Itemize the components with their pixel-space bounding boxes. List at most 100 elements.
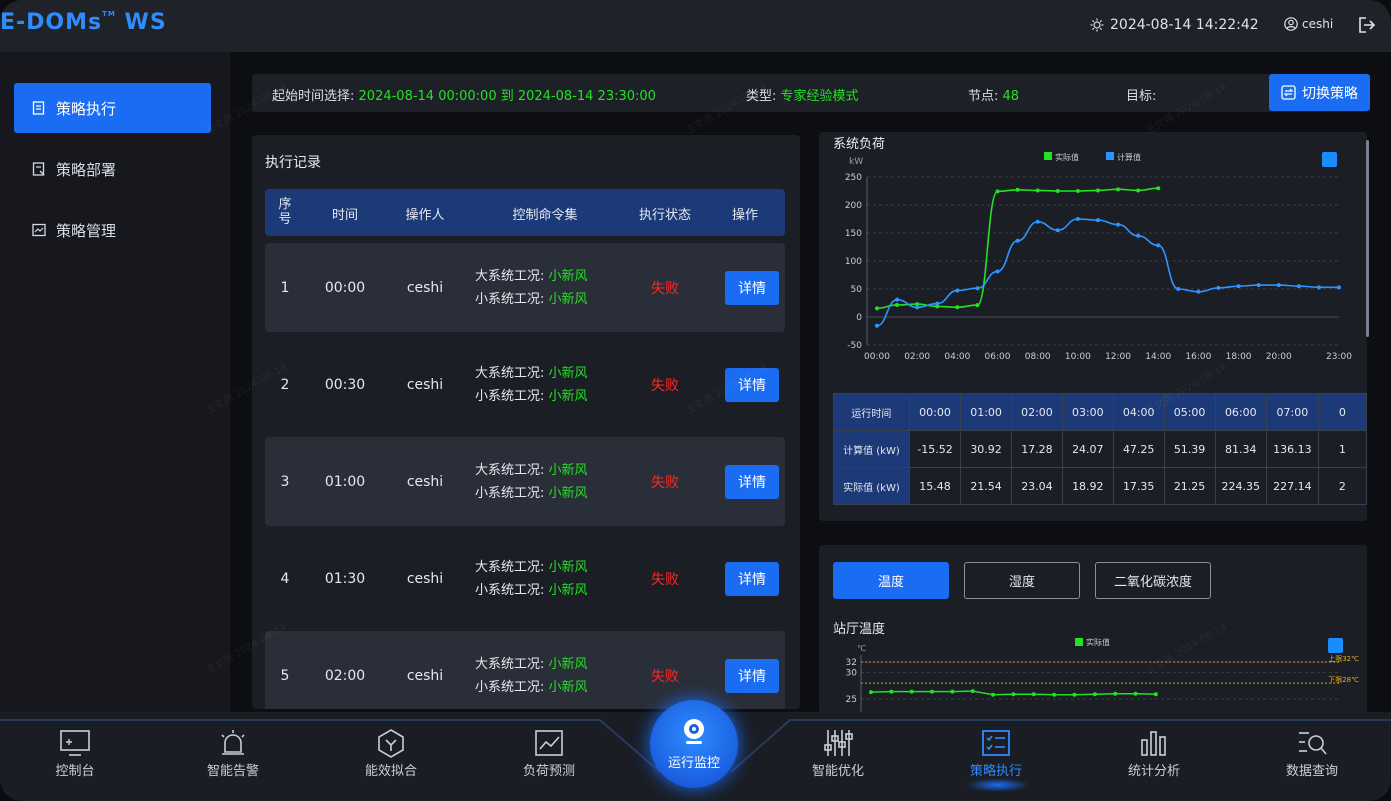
- sun-icon: [1090, 18, 1104, 32]
- target-label: 目标:: [1126, 89, 1157, 104]
- status-badge: 失败: [651, 280, 679, 297]
- x-tick-label: 10:00: [1065, 352, 1091, 362]
- data-point: [1055, 189, 1060, 193]
- row-seq: 4: [280, 570, 290, 587]
- data-point: [1116, 187, 1121, 192]
- data-point: [1035, 188, 1040, 193]
- sidebar-item-strategy-execute[interactable]: 策略执行: [14, 83, 211, 133]
- data-point: [1015, 187, 1020, 192]
- x-tick-label: 06:00: [985, 352, 1011, 362]
- runtime-table: 运行时间 00:00 01:00 02:00 03:00 04:00 05:00 06:00 0…: [833, 393, 1367, 505]
- data-point: [955, 288, 960, 293]
- data-point: [1276, 283, 1281, 288]
- data-point: [1153, 692, 1158, 697]
- switch-strategy-button[interactable]: 切换策略: [1269, 74, 1370, 111]
- y-tick-label: 25: [846, 695, 857, 705]
- records-table-header: 序号 时间 操作人 控制命令集 执行状态 操作: [265, 189, 785, 236]
- time-cell: 06:00: [1214, 393, 1268, 431]
- table-row: 1 00:00 ceshi 大系统工况: 小新风 小系统工况: 小新风 失败 详情: [265, 243, 785, 332]
- data-point: [1236, 284, 1241, 289]
- data-point: [1316, 285, 1321, 290]
- nav-load-forecast[interactable]: 负荷预测: [499, 728, 599, 779]
- data-point: [1092, 692, 1097, 697]
- actual-cell: 21.54: [960, 467, 1012, 505]
- calc-cell: 47.25: [1112, 430, 1165, 468]
- system-load-panel: 系统负荷 kW 250 200 150 100 50 0 -50 00:00 02:00 04:00…: [819, 132, 1367, 521]
- y-tick-label: 100: [845, 257, 862, 267]
- search-icon: [1299, 732, 1327, 755]
- sidebar: 策略执行 策略部署 策略管理: [0, 52, 230, 712]
- sidebar-item-strategy-deploy[interactable]: 策略部署: [14, 144, 211, 194]
- tab-temperature[interactable]: 温度: [833, 562, 949, 599]
- nav-data-query[interactable]: 数据查询: [1262, 728, 1362, 779]
- data-point: [875, 306, 879, 311]
- data-point: [1031, 692, 1036, 697]
- limit-label: 上限32℃: [1328, 654, 1359, 663]
- camera-icon: [684, 719, 704, 744]
- app-logo: E-DOMsTM WS: [0, 10, 167, 35]
- detail-button[interactable]: 详情: [725, 465, 779, 499]
- data-point: [1116, 222, 1121, 227]
- y-tick-label: -50: [847, 341, 862, 351]
- actual-cell: 2: [1317, 467, 1367, 505]
- col-status: 执行状态: [638, 208, 692, 223]
- series-line: [876, 187, 1159, 310]
- detail-button[interactable]: 详情: [725, 659, 779, 693]
- header-datetime: 2024-08-14 14:22:42: [1090, 17, 1259, 33]
- app-frame: E-DOMsTM WS 2024-08-14 14:22:42 ceshi 策略…: [0, 0, 1391, 801]
- col-operator: 操作人: [405, 208, 445, 223]
- bar-chart-icon: [1141, 731, 1166, 756]
- logout-icon[interactable]: [1358, 16, 1376, 34]
- data-point: [1216, 285, 1221, 290]
- panel-scrollbar[interactable]: [1366, 140, 1369, 337]
- sidebar-item-label: 策略执行: [56, 99, 117, 118]
- y-tick-label: 30: [846, 669, 858, 679]
- nav-alarm[interactable]: 智能告警: [183, 728, 283, 779]
- actual-cell: 17.35: [1112, 467, 1165, 505]
- checklist-icon: [982, 730, 1010, 756]
- sidebar-item-strategy-manage[interactable]: 策略管理: [14, 205, 211, 255]
- nav-optimize[interactable]: 智能优化: [788, 728, 888, 779]
- nav-efficiency[interactable]: 能效拟合: [341, 728, 441, 779]
- data-point: [991, 692, 996, 697]
- nav-console[interactable]: 控制台: [25, 728, 125, 779]
- nav-statistics[interactable]: 统计分析: [1104, 728, 1204, 779]
- data-point: [930, 689, 935, 694]
- time-range[interactable]: 起始时间选择: 2024-08-14 00:00:00 到 2024-08-14…: [272, 85, 656, 104]
- tab-co2[interactable]: 二氧化碳浓度: [1095, 562, 1211, 599]
- series-line: [876, 218, 1340, 327]
- data-point: [1095, 188, 1100, 193]
- row-header: 计算值 (kW): [833, 430, 910, 468]
- status-badge: 失败: [651, 668, 679, 685]
- row-operator: ceshi: [406, 667, 444, 684]
- table-row: 5 02:00 ceshi 大系统工况: 小新风 小系统工况: 小新风 失败 详情: [265, 631, 785, 709]
- time-cell: 07:00: [1266, 393, 1319, 431]
- data-point: [1176, 287, 1181, 291]
- data-point: [995, 189, 1000, 194]
- detail-button[interactable]: 详情: [725, 562, 779, 596]
- row-commands: 大系统工况: 小新风 小系统工况: 小新风: [475, 269, 588, 307]
- table-row: 3 01:00 ceshi 大系统工况: 小新风 小系统工况: 小新风 失败 详情: [265, 437, 785, 526]
- data-point: [895, 297, 900, 302]
- row-time: 00:00: [324, 279, 366, 296]
- legend-swatch: [1075, 638, 1083, 646]
- data-point: [975, 303, 980, 308]
- x-tick-label: 04:00: [944, 352, 970, 362]
- status-badge: 失败: [651, 377, 679, 394]
- time-cell: 00:00: [908, 393, 962, 431]
- actual-cell: 224.35: [1214, 467, 1268, 505]
- row-operator: ceshi: [406, 570, 444, 587]
- detail-button[interactable]: 详情: [725, 271, 779, 305]
- data-point: [1256, 283, 1261, 288]
- status-badge: 失败: [651, 474, 679, 491]
- row-commands: 大系统工况: 小新风 小系统工况: 小新风: [475, 366, 588, 404]
- user-menu[interactable]: ceshi: [1284, 17, 1333, 31]
- legend-label: 计算值: [1117, 152, 1141, 162]
- legend-swatch: [1106, 152, 1114, 160]
- execution-records-panel: 执行记录 序号 时间 操作人 控制命令集 执行状态 操作 1 00:00 ceshi…: [252, 135, 800, 709]
- nav-strategy-execute[interactable]: 策略执行: [946, 728, 1046, 779]
- run-monitor-button[interactable]: 运行监控: [650, 700, 738, 788]
- x-tick-label: 00:00: [864, 352, 890, 362]
- hexagon-icon: [378, 729, 404, 758]
- tab-humidity[interactable]: 湿度: [964, 562, 1080, 599]
